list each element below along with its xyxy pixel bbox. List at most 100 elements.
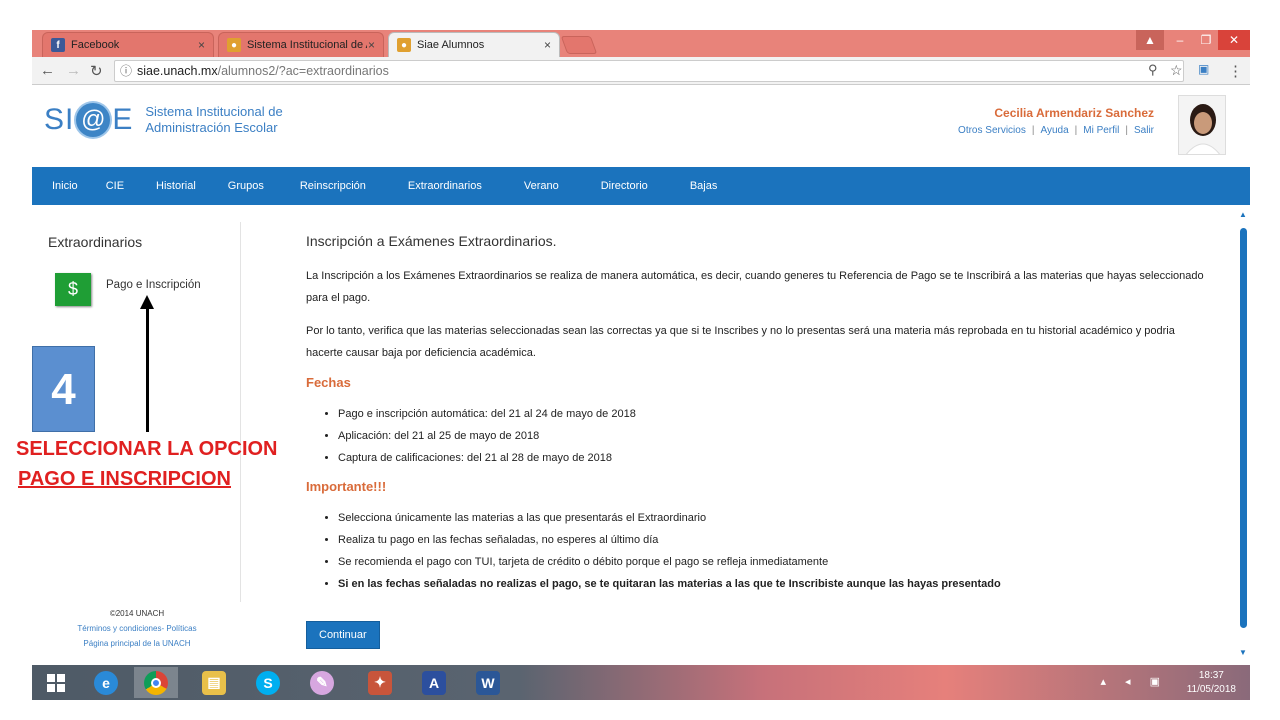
menu-dots-icon[interactable]: ⋮ bbox=[1228, 62, 1243, 80]
close-icon[interactable]: × bbox=[544, 38, 551, 52]
list-item: Se recomienda el pago con TUI, tarjeta d… bbox=[338, 551, 1206, 573]
user-links: Otros Servicios | Ayuda | Mi Perfil | Salir bbox=[958, 125, 1154, 136]
main-content: Inscripción a Exámenes Extraordinarios. … bbox=[306, 233, 1206, 605]
step-number-badge: 4 bbox=[32, 346, 95, 432]
nav-grupos[interactable]: Grupos bbox=[228, 180, 264, 192]
list-item: Aplicación: del 21 al 25 de mayo de 2018 bbox=[338, 425, 1206, 447]
web-page: SI @ E Sistema Institucional de Administ… bbox=[32, 85, 1250, 665]
instruction-line-1: SELECCIONAR LA OPCION bbox=[16, 438, 278, 460]
tab-sistema-institucional[interactable]: ● Sistema Institucional de A × bbox=[218, 32, 384, 57]
url-path: /alumnos2/?ac=extraordinarios bbox=[217, 64, 389, 78]
dollar-icon[interactable]: $ bbox=[55, 273, 91, 306]
facebook-icon: f bbox=[51, 38, 65, 52]
app-icon[interactable]: ✦ bbox=[358, 667, 402, 698]
maximize-icon[interactable]: ❐ bbox=[1192, 30, 1220, 50]
user-name: Cecilia Armendariz Sanchez bbox=[994, 106, 1154, 120]
footer-home-link[interactable]: Página principal de la UNACH bbox=[32, 636, 242, 651]
chrome-icon[interactable] bbox=[134, 667, 178, 698]
link-otros-servicios[interactable]: Otros Servicios bbox=[958, 125, 1026, 136]
arrow-line bbox=[146, 305, 149, 432]
clock-time: 18:37 bbox=[1198, 670, 1224, 681]
windows-start-icon[interactable] bbox=[34, 667, 78, 698]
page-title: Inscripción a Exámenes Extraordinarios. bbox=[306, 233, 557, 249]
list-item: Realiza tu pago en las fechas señaladas,… bbox=[338, 529, 1206, 551]
paint-icon[interactable]: ✎ bbox=[300, 667, 344, 698]
unach-icon: ● bbox=[227, 38, 241, 52]
intro-paragraph-1: La Inscripción a los Exámenes Extraordin… bbox=[306, 270, 1204, 304]
logo-text-e: E bbox=[112, 103, 134, 136]
reload-icon[interactable]: ↻ bbox=[90, 62, 103, 80]
tab-facebook[interactable]: f Facebook × bbox=[42, 32, 214, 57]
zoom-icon[interactable]: ⚲ bbox=[1148, 62, 1158, 78]
app-icon[interactable]: A bbox=[412, 667, 456, 698]
skype-icon[interactable]: S bbox=[246, 667, 290, 698]
scrollbar-thumb[interactable] bbox=[1240, 228, 1247, 628]
extension-icon[interactable]: ▣ bbox=[1198, 62, 1209, 76]
file-explorer-icon[interactable]: ▤ bbox=[192, 667, 236, 698]
list-item: Selecciona únicamente las materias a las… bbox=[338, 507, 1206, 529]
tab-bar: f Facebook × ● Sistema Institucional de … bbox=[32, 30, 1250, 57]
url-host: siae.unach.mx bbox=[137, 64, 218, 78]
back-icon[interactable]: ← bbox=[40, 62, 55, 79]
tab-siae-alumnos[interactable]: ● Siae Alumnos × bbox=[388, 32, 560, 57]
nav-extraordinarios[interactable]: Extraordinarios bbox=[408, 180, 482, 192]
sidebar-divider bbox=[240, 222, 241, 602]
footer-terms-link[interactable]: Términos y condiciones- Políticas bbox=[32, 621, 242, 636]
profile-icon[interactable]: ▲ bbox=[1136, 30, 1164, 50]
scroll-up-icon[interactable]: ▲ bbox=[1239, 210, 1247, 219]
taskbar: e ▤ S ✎ ✦ A W ▴ ◂ ▣ 18:37 11/05/2018 bbox=[32, 665, 1250, 700]
clock[interactable]: 18:37 11/05/2018 bbox=[1187, 669, 1236, 697]
bookmark-star-icon[interactable]: ☆ bbox=[1170, 62, 1183, 79]
main-nav: Inicio CIE Historial Grupos Reinscripció… bbox=[32, 167, 1250, 205]
nav-inicio[interactable]: Inicio bbox=[52, 180, 78, 192]
tab-label: Facebook bbox=[71, 39, 120, 51]
logo-text-si: SI bbox=[44, 103, 75, 136]
new-tab-button[interactable] bbox=[560, 36, 598, 54]
scroll-down-icon[interactable]: ▼ bbox=[1239, 648, 1247, 657]
close-icon[interactable]: × bbox=[368, 38, 375, 52]
browser-window: f Facebook × ● Sistema Institucional de … bbox=[32, 30, 1250, 700]
link-salir[interactable]: Salir bbox=[1134, 125, 1154, 136]
tab-label: Sistema Institucional de A bbox=[247, 39, 367, 51]
avatar bbox=[1178, 95, 1226, 155]
link-mi-perfil[interactable]: Mi Perfil bbox=[1083, 125, 1119, 136]
logo-subtitle-line1: Sistema Institucional de bbox=[145, 104, 283, 119]
list-item: Pago e inscripción automática: del 21 al… bbox=[338, 403, 1206, 425]
unach-icon: ● bbox=[397, 38, 411, 52]
word-icon[interactable]: W bbox=[466, 667, 510, 698]
nav-cie[interactable]: CIE bbox=[106, 180, 124, 192]
link-ayuda[interactable]: Ayuda bbox=[1040, 125, 1068, 136]
nav-reinscripcion[interactable]: Reinscripción bbox=[300, 180, 366, 192]
sidebar-item-pago-inscripcion[interactable]: Pago e Inscripción bbox=[106, 279, 201, 291]
forward-icon[interactable]: → bbox=[66, 62, 81, 79]
nav-bajas[interactable]: Bajas bbox=[690, 180, 718, 192]
info-icon[interactable]: ⓘ bbox=[120, 61, 132, 81]
url-input[interactable]: ⓘ siae.unach.mx/alumnos2/?ac=extraordinar… bbox=[114, 60, 1184, 82]
close-icon[interactable]: × bbox=[198, 38, 205, 52]
logo-subtitle: Sistema Institucional de Administración … bbox=[145, 104, 282, 136]
internet-explorer-icon[interactable]: e bbox=[84, 667, 128, 698]
logo-at: @ bbox=[76, 103, 111, 137]
nav-verano[interactable]: Verano bbox=[524, 180, 559, 192]
separator: | bbox=[1125, 125, 1128, 136]
nav-directorio[interactable]: Directorio bbox=[601, 180, 648, 192]
address-bar: ← → ↻ ⓘ siae.unach.mx/alumnos2/?ac=extrao… bbox=[32, 57, 1250, 85]
minimize-icon[interactable]: – bbox=[1166, 30, 1194, 50]
instruction-line-2: PAGO E INSCRIPCION bbox=[18, 468, 231, 490]
sidebar-title: Extraordinarios bbox=[48, 234, 143, 250]
footer: ©2014 UNACH Términos y condiciones- Polí… bbox=[32, 606, 242, 651]
importante-heading: Importante!!! bbox=[306, 479, 387, 494]
separator: | bbox=[1031, 125, 1035, 136]
tab-label: Siae Alumnos bbox=[417, 39, 485, 51]
window-close-icon[interactable]: ✕ bbox=[1218, 30, 1250, 50]
list-item: Si en las fechas señaladas no realizas e… bbox=[338, 573, 1206, 595]
clock-date: 11/05/2018 bbox=[1186, 684, 1236, 695]
list-item: Captura de calificaciones: del 21 al 28 … bbox=[338, 447, 1206, 469]
continuar-button[interactable]: Continuar bbox=[306, 621, 380, 649]
scrollbar[interactable]: ▲ ▼ bbox=[1236, 208, 1250, 663]
nav-historial[interactable]: Historial bbox=[156, 180, 196, 192]
siae-logo[interactable]: SI @ E Sistema Institucional de Administ… bbox=[44, 103, 283, 137]
logo-subtitle-line2: Administración Escolar bbox=[145, 120, 278, 135]
system-tray[interactable]: ▴ ◂ ▣ bbox=[1100, 675, 1168, 688]
footer-copyright: ©2014 UNACH bbox=[109, 609, 165, 618]
